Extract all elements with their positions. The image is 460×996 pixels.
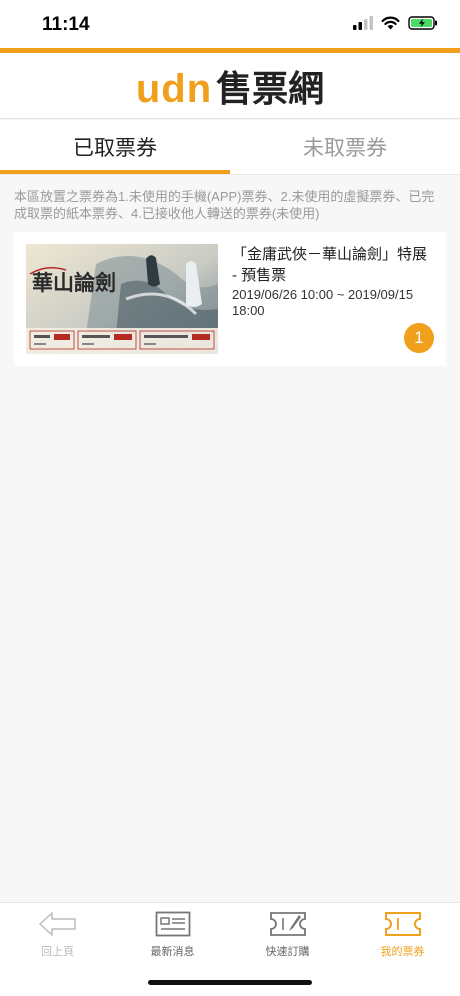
quick-order-icon [266, 909, 310, 939]
ticket-title: 「金庸武俠－華山論劍」特展 - 預售票 [232, 246, 428, 284]
status-time: 11:14 [42, 14, 90, 35]
nav-back-label: 回上頁 [41, 946, 74, 958]
status-icons [353, 16, 438, 30]
tab-collected-tickets[interactable]: 已取票券 [0, 120, 230, 174]
nav-quick-order-label: 快速訂購 [265, 946, 310, 958]
nav-news-label: 最新消息 [150, 946, 195, 958]
app-header: udn 售票網 [0, 53, 460, 119]
status-bar: 11:14 [0, 0, 460, 48]
nav-my-tickets-label: 我的票券 [380, 946, 425, 958]
back-arrow-icon [36, 909, 80, 939]
nav-my-tickets[interactable]: 我的票券 [345, 903, 460, 996]
ticket-tabs: 已取票券 未取票券 [0, 120, 460, 175]
ticket-icon [381, 909, 425, 939]
logo-latin: udn [135, 66, 213, 111]
ticket-count-badge: 1 [404, 323, 434, 353]
ticket-date: 2019/06/26 10:00 ~ 2019/09/15 18:00 [232, 287, 414, 318]
cellular-signal-icon [353, 16, 373, 30]
home-indicator[interactable] [148, 980, 312, 985]
wifi-icon [381, 16, 400, 30]
tab-uncollected-tickets[interactable]: 未取票券 [230, 120, 460, 174]
event-poster-image: 華山論劍 [26, 244, 218, 354]
battery-charging-icon [408, 16, 437, 30]
notice-text: 本區放置之票券為1.未使用的手機(APP)票券、2.未使用的虛擬票券、已完成取票… [14, 189, 435, 221]
ticket-card[interactable]: 華山論劍 「金庸武俠－華山論劍」特展 - 預售票 2019/06/26 10:0… [14, 232, 446, 366]
udn-logo: udn 售票網 [136, 60, 324, 112]
nav-back[interactable]: 回上頁 [0, 903, 115, 996]
news-icon [151, 909, 195, 939]
logo-chinese: 售票網 [216, 68, 325, 110]
poster-title-text: 華山論劍 [32, 270, 116, 295]
